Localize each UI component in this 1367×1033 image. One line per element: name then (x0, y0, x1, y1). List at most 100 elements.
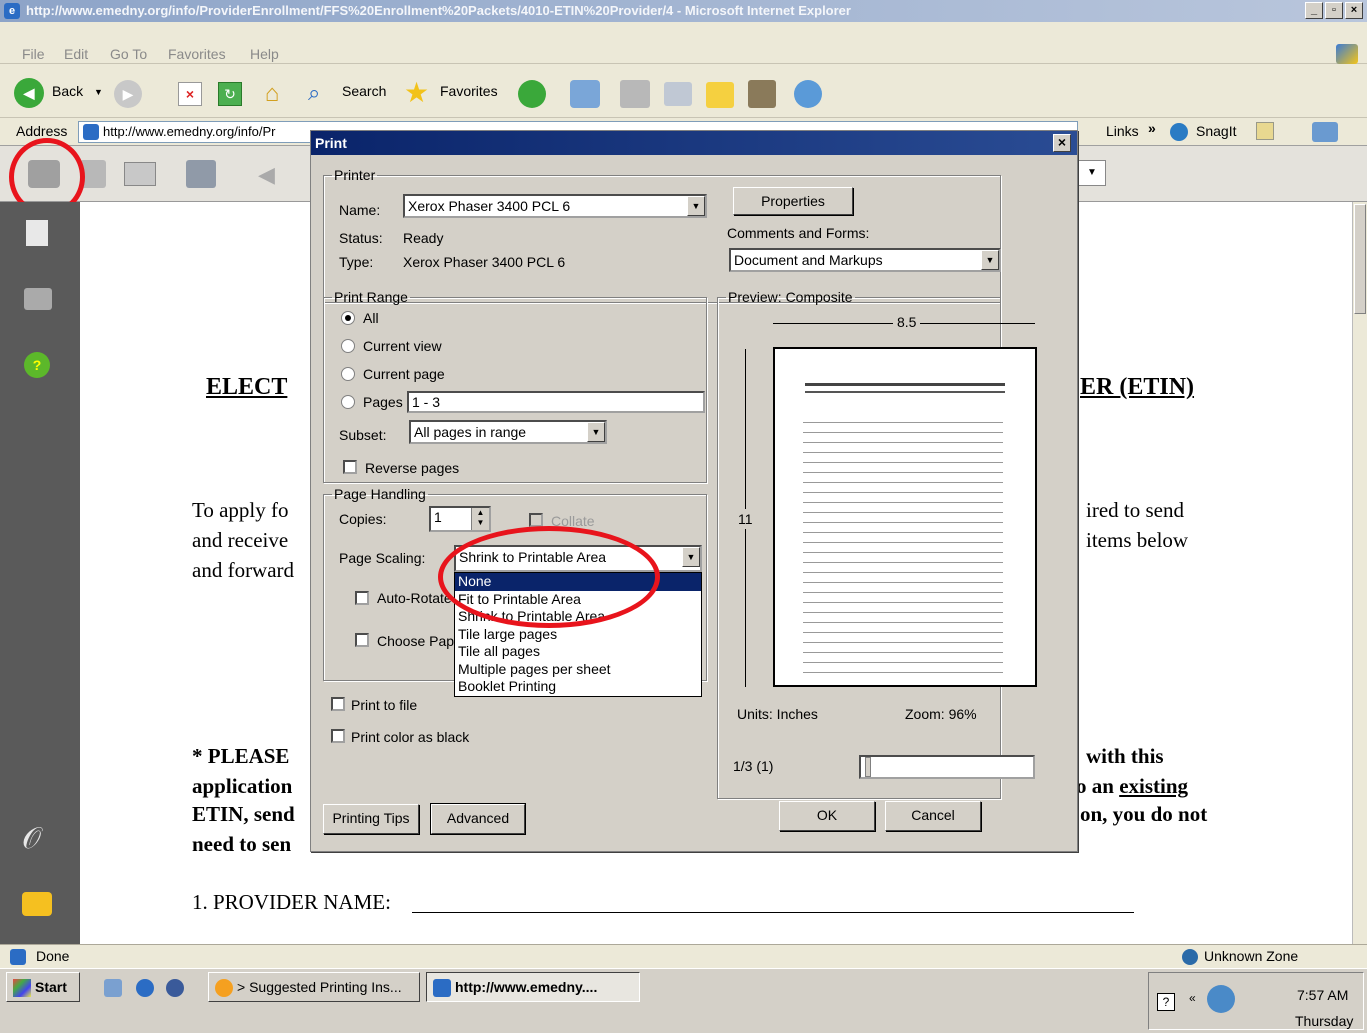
print-to-file-label[interactable]: Print to file (351, 697, 417, 713)
range-pages-radio[interactable] (341, 395, 355, 409)
help-tray-icon[interactable]: ? (1157, 993, 1175, 1011)
comments-icon[interactable] (22, 892, 52, 916)
page-handling-legend: Page Handling (334, 486, 426, 502)
media-icon[interactable] (518, 80, 546, 108)
range-current-view-label[interactable]: Current view (363, 338, 442, 354)
messenger-icon[interactable] (794, 80, 822, 108)
edit-icon[interactable] (664, 82, 692, 106)
copies-input[interactable]: 1 ▲ ▼ (429, 506, 491, 532)
doc-note-left-2: application (192, 774, 293, 798)
back-dropdown-icon[interactable]: ▼ (94, 87, 103, 97)
print-color-black-label[interactable]: Print color as black (351, 729, 469, 745)
network-tray-icon[interactable] (1207, 985, 1235, 1013)
printer-name-select[interactable]: Xerox Phaser 3400 PCL 6 ▼ (403, 194, 707, 218)
back-arrow-icon[interactable]: ◀ (14, 78, 44, 108)
comments-dropdown-icon[interactable]: ▼ (981, 250, 999, 270)
search-icon[interactable]: ⌕ (308, 80, 336, 108)
menu-goto[interactable]: Go To (110, 46, 147, 62)
minimize-button[interactable]: _ (1305, 2, 1323, 19)
range-all-label[interactable]: All (363, 310, 379, 326)
printing-tips-button[interactable]: Printing Tips (323, 804, 419, 834)
scrollbar-thumb[interactable] (1354, 204, 1366, 314)
close-button[interactable]: × (1345, 2, 1363, 19)
dialog-close-button[interactable]: × (1053, 134, 1071, 152)
zoom-dropdown-icon[interactable]: ▼ (1078, 160, 1106, 186)
quicklaunch-desktop-icon[interactable] (104, 979, 122, 997)
cancel-button[interactable]: Cancel (885, 801, 981, 831)
reverse-pages-label[interactable]: Reverse pages (365, 460, 459, 476)
back-button[interactable]: Back (52, 83, 83, 99)
search-binoculars-icon[interactable] (24, 288, 52, 310)
quicklaunch-media-icon[interactable] (166, 979, 184, 997)
page-scaling-dropdown-icon[interactable]: ▼ (682, 547, 700, 567)
print-icon[interactable] (620, 80, 650, 108)
reverse-pages-checkbox[interactable] (343, 460, 357, 474)
task-suggested-printing[interactable]: > Suggested Printing Ins... (208, 972, 420, 1002)
ok-button[interactable]: OK (779, 801, 875, 831)
snagit-settings-icon[interactable] (1256, 122, 1274, 140)
choose-paper-label[interactable]: Choose Pap (377, 633, 454, 649)
scaling-option-booklet[interactable]: Booklet Printing (455, 678, 701, 696)
search-button[interactable]: Search (342, 83, 386, 99)
choose-paper-checkbox[interactable] (355, 633, 369, 647)
comments-select[interactable]: Document and Markups ▼ (729, 248, 1001, 272)
forward-arrow-icon[interactable]: ▶ (114, 80, 142, 108)
preview-slider[interactable] (859, 755, 1035, 779)
print-to-file-checkbox[interactable] (331, 697, 345, 711)
menu-edit[interactable]: Edit (64, 46, 88, 62)
refresh-icon[interactable]: ↻ (218, 82, 242, 106)
links-label[interactable]: Links (1106, 123, 1139, 139)
pages-icon[interactable] (26, 220, 48, 246)
pdf-email-icon[interactable] (124, 162, 156, 186)
home-icon[interactable]: ⌂ (258, 80, 286, 108)
scaling-option-multiple[interactable]: Multiple pages per sheet (455, 661, 701, 679)
collate-checkbox[interactable] (529, 513, 543, 527)
extension-icon[interactable] (1312, 122, 1338, 142)
subset-select[interactable]: All pages in range ▼ (409, 420, 607, 444)
advanced-button[interactable]: Advanced (430, 803, 526, 835)
pdf-tools-icon[interactable] (186, 160, 216, 188)
pdf-prev-icon[interactable]: ◀ (258, 162, 275, 188)
favorites-star-icon[interactable]: ★ (404, 76, 429, 109)
scaling-option-tile-large[interactable]: Tile large pages (455, 626, 701, 644)
tray-chevron-icon[interactable]: « (1189, 991, 1196, 1005)
favorites-button[interactable]: Favorites (440, 83, 498, 99)
range-all-radio[interactable] (341, 311, 355, 325)
copies-spinner-icon[interactable]: ▲ ▼ (471, 508, 489, 530)
snagit-icon[interactable] (1170, 123, 1188, 141)
print-color-black-checkbox[interactable] (331, 729, 345, 743)
stop-icon[interactable]: × (178, 82, 202, 106)
scaling-option-tile-all[interactable]: Tile all pages (455, 643, 701, 661)
quicklaunch-ie-icon[interactable] (136, 979, 154, 997)
properties-button[interactable]: Properties (733, 187, 853, 215)
preview-slider-thumb[interactable] (865, 757, 871, 777)
range-current-page-label[interactable]: Current page (363, 366, 445, 382)
doc-note-right-2-link: existing (1119, 774, 1189, 798)
auto-rotate-checkbox[interactable] (355, 591, 369, 605)
menu-favorites[interactable]: Favorites (168, 46, 226, 62)
globe-icon (1182, 949, 1198, 965)
help-icon[interactable]: ? (24, 352, 50, 378)
task-emedny[interactable]: http://www.emedny.... (426, 972, 640, 1002)
menu-help[interactable]: Help (250, 46, 279, 62)
range-current-page-radio[interactable] (341, 367, 355, 381)
notes-icon[interactable] (706, 82, 734, 108)
attachment-icon[interactable]: 𝒪 (22, 822, 41, 856)
pages-input[interactable]: 1 - 3 (407, 391, 705, 413)
subset-dropdown-icon[interactable]: ▼ (587, 422, 605, 442)
printer-name-value: Xerox Phaser 3400 PCL 6 (408, 198, 571, 214)
printer-status-value: Ready (403, 230, 444, 246)
auto-rotate-label[interactable]: Auto-Rotate (377, 590, 452, 606)
vertical-scrollbar[interactable] (1352, 202, 1367, 944)
range-current-view-radio[interactable] (341, 339, 355, 353)
doc-para-left-1: To apply fo (192, 498, 289, 522)
research-icon[interactable] (748, 80, 776, 108)
snagit-button[interactable]: SnagIt (1196, 123, 1236, 139)
menu-file[interactable]: File (22, 46, 45, 62)
restore-button[interactable]: ▫ (1325, 2, 1343, 19)
mail-icon[interactable] (570, 80, 600, 108)
range-pages-label[interactable]: Pages (363, 394, 403, 410)
printer-dropdown-icon[interactable]: ▼ (687, 196, 705, 216)
start-button[interactable]: Start (6, 972, 80, 1002)
links-chevron-icon[interactable]: » (1148, 120, 1156, 136)
